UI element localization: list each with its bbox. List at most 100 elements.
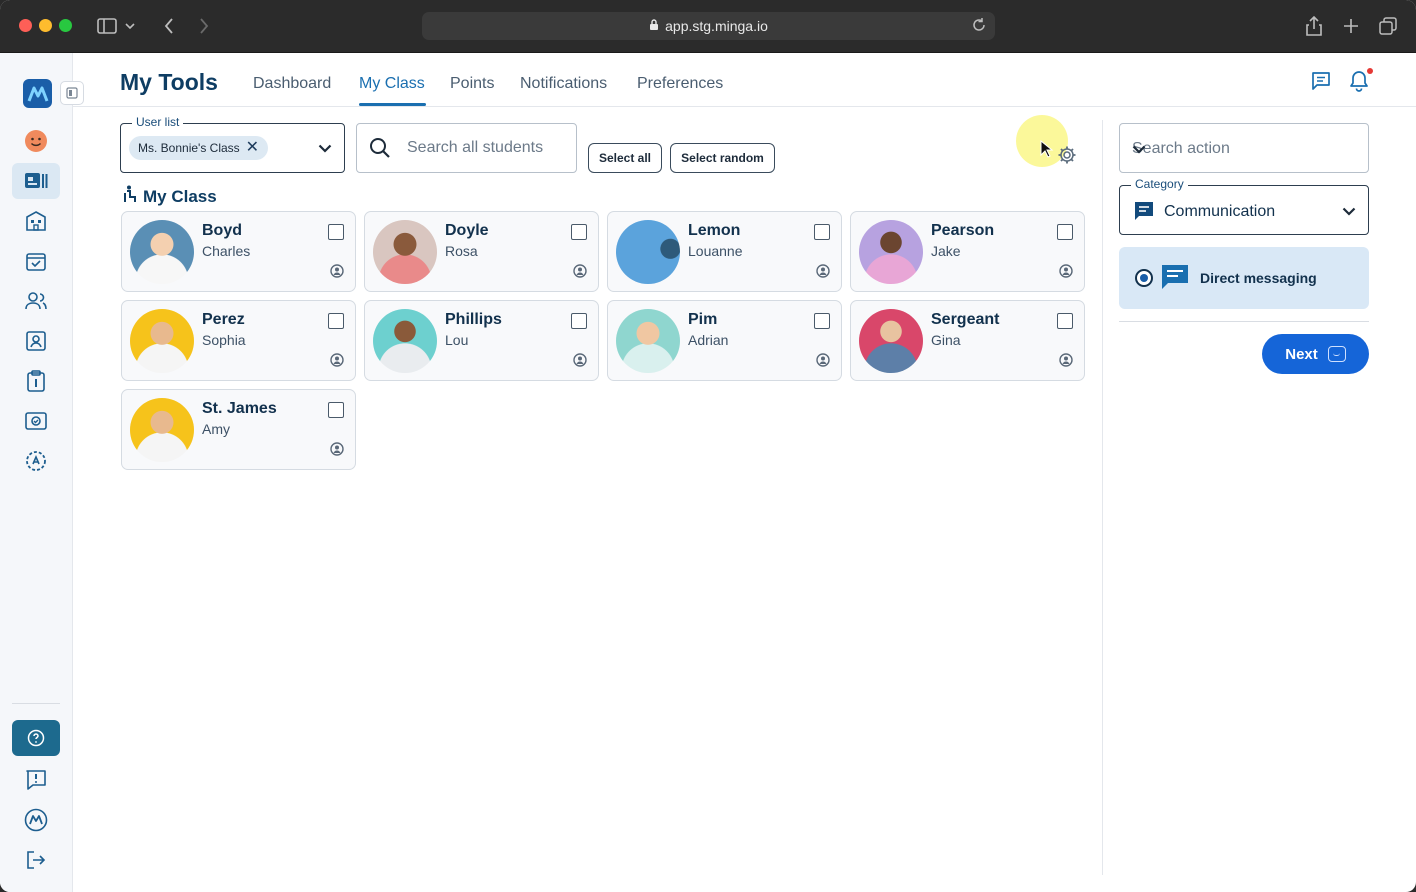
close-window-button[interactable] [19,19,32,32]
sidebar-toggle-icon[interactable] [95,14,119,38]
clipboard-icon[interactable] [12,363,60,399]
student-card[interactable]: St. James Amy [121,389,356,470]
share-icon[interactable] [1302,14,1326,38]
zoom-window-button[interactable] [59,19,72,32]
profile-icon[interactable] [330,442,344,461]
profile-icon[interactable] [816,353,830,372]
student-card[interactable]: Phillips Lou [364,300,599,381]
tab-my-class[interactable]: My Class [359,75,425,93]
calendar-check-icon[interactable] [12,243,60,279]
student-card[interactable]: Pim Adrian [607,300,842,381]
feedback-icon[interactable] [12,762,60,798]
help-button[interactable] [12,720,60,756]
student-first-name: Jake [931,243,961,259]
search-input[interactable] [407,136,567,160]
logout-icon[interactable] [12,842,60,878]
back-icon[interactable] [157,14,181,38]
minga-circle-icon[interactable] [12,802,60,838]
panel-hdivider [1119,321,1369,322]
student-card[interactable]: Lemon Louanne [607,211,842,292]
class-chip-label: Ms. Bonnie's Class [138,141,240,155]
new-tab-icon[interactable] [1339,14,1363,38]
search-icon [369,137,391,164]
student-card[interactable]: Doyle Rosa [364,211,599,292]
student-card[interactable]: Pearson Jake [850,211,1085,292]
next-button[interactable]: Next [1262,334,1369,374]
address-bar[interactable]: app.stg.minga.io [422,12,995,40]
student-checkbox[interactable] [571,224,587,240]
browser-toolbar: app.stg.minga.io [0,0,1416,53]
student-checkbox[interactable] [328,224,344,240]
tab-dashboard[interactable]: Dashboard [253,75,331,93]
action-option-direct-messaging[interactable]: Direct messaging [1119,247,1369,309]
student-avatar [130,309,194,373]
tab-preferences[interactable]: Preferences [637,75,723,93]
student-checkbox[interactable] [814,313,830,329]
student-checkbox[interactable] [814,224,830,240]
section-title: My Class [124,185,217,208]
reload-icon[interactable] [971,17,987,36]
student-last-name: Lemon [688,222,741,239]
rail-divider [12,703,60,704]
profile-icon[interactable] [816,264,830,283]
select-all-button[interactable]: Select all [588,143,662,173]
user-list-select[interactable]: User list Ms. Bonnie's Class ✕ [120,115,345,173]
minga-logo[interactable] [23,79,52,108]
profile-icon[interactable] [573,353,587,372]
student-first-name: Amy [202,421,230,437]
mouse-pointer-icon [1040,139,1054,163]
lock-icon [649,18,659,34]
student-avatar [130,398,194,462]
chevron-down-icon[interactable] [1132,141,1356,159]
student-avatar [859,220,923,284]
category-select[interactable]: Category Communication [1119,177,1369,235]
profile-icon[interactable] [1059,264,1073,283]
action-option-label: Direct messaging [1200,270,1317,286]
student-checkbox[interactable] [328,402,344,418]
keyboard-shortcut-icon [1327,346,1346,362]
people-icon[interactable] [12,283,60,319]
user-avatar-icon[interactable] [12,123,60,159]
minimize-window-button[interactable] [39,19,52,32]
profile-icon[interactable] [573,264,587,283]
student-checkbox[interactable] [328,313,344,329]
action-radio[interactable] [1135,269,1153,287]
student-last-name: Boyd [202,222,242,239]
forward-icon[interactable] [192,14,216,38]
student-checkbox[interactable] [571,313,587,329]
student-card[interactable]: Sergeant Gina [850,300,1085,381]
student-checkbox[interactable] [1057,313,1073,329]
ticket-icon[interactable] [12,403,60,439]
progress-gear-icon[interactable] [12,443,60,479]
school-building-icon[interactable] [12,203,60,239]
profile-icon[interactable] [330,353,344,372]
chevron-down-icon[interactable] [123,14,137,38]
id-badge-icon[interactable] [12,323,60,359]
my-tools-nav-icon[interactable] [12,163,60,199]
student-card[interactable]: Boyd Charles [121,211,356,292]
user-list-label: User list [132,115,184,129]
tab-points[interactable]: Points [450,75,494,93]
class-chip[interactable]: Ms. Bonnie's Class ✕ [129,136,269,160]
active-tab-indicator [359,103,426,106]
settings-gear-icon[interactable] [1057,145,1077,170]
messages-icon[interactable] [1310,70,1332,92]
student-checkbox[interactable] [1057,224,1073,240]
profile-icon[interactable] [1059,353,1073,372]
category-value: Communication [1164,203,1276,220]
remove-chip-icon[interactable]: ✕ [246,140,259,156]
search-action-select[interactable]: Search action [1119,123,1369,173]
student-last-name: Sergeant [931,311,1000,328]
student-last-name: Pim [688,311,718,328]
student-last-name: Phillips [445,311,502,328]
notifications-bell-icon[interactable] [1348,70,1370,92]
tab-notifications[interactable]: Notifications [520,75,607,93]
chevron-down-icon[interactable] [1342,203,1356,221]
tabs-overview-icon[interactable] [1376,14,1400,38]
profile-icon[interactable] [330,264,344,283]
student-card[interactable]: Perez Sophia [121,300,356,381]
student-search[interactable] [356,123,577,173]
category-label: Category [1131,177,1188,191]
chevron-down-icon[interactable] [318,140,332,158]
select-random-button[interactable]: Select random [670,143,775,173]
